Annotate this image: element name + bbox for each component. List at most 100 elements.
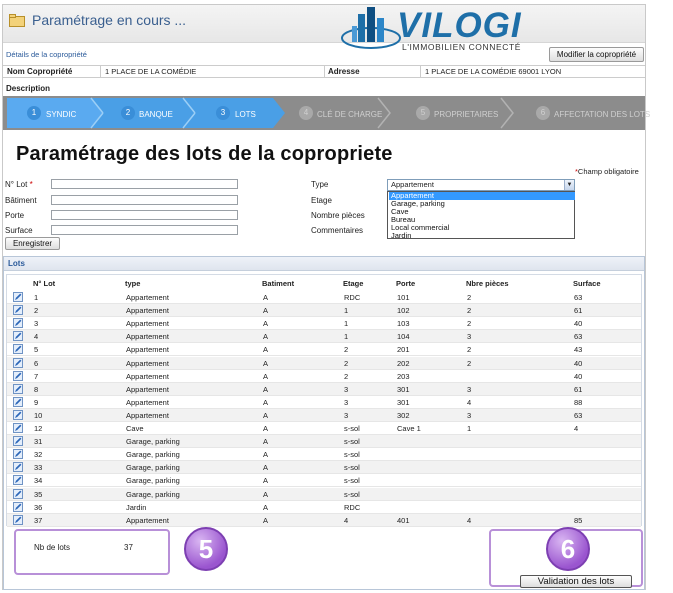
table-row[interactable]: 32 Garage, parking As-sol [7,448,641,462]
edit-pencil-icon[interactable] [13,436,23,447]
table-row[interactable]: 8 Appartement A 3 301 3 61 [7,382,641,396]
table-cell: A [263,410,269,420]
table-cell: 8 [34,384,39,394]
table-cell: Appartement [126,306,169,316]
edit-pencil-icon[interactable] [13,475,23,486]
table-cell: RDC [344,502,361,512]
validate-lots-button[interactable]: Validation des lots [520,575,632,588]
save-button[interactable]: Enregistrer [5,237,60,250]
pieces-label: Nombre pièces [311,211,365,220]
table-row[interactable]: 7 Appartement A 2 203 40 [7,370,641,383]
edit-pencil-icon[interactable] [13,514,23,525]
edit-pencil-icon[interactable] [13,409,23,420]
table-cell: A [263,450,269,460]
table-cell: Appartement [126,319,169,329]
table-row[interactable]: 4 Appartement A 1 104 3 63 [7,330,641,344]
table-cell: A [263,345,269,355]
batiment-input[interactable] [51,195,238,205]
table-cell: 1 [467,424,472,433]
table-row[interactable]: 34 Garage, parking As-sol [7,474,641,488]
edit-pencil-icon[interactable] [13,305,23,316]
edit-pencil-icon[interactable] [13,501,23,512]
edit-pencil-icon[interactable] [13,370,23,381]
details-link[interactable]: Détails de la copropriété [6,50,87,59]
table-cell: 2 [344,358,349,368]
table-cell: 3 [344,397,349,407]
table-cell: 203 [397,371,410,381]
table-cell: 35 [34,489,43,499]
step-banque[interactable]: BANQUE [139,110,173,119]
type-select[interactable]: Appartement [387,179,575,191]
step-proprietaires[interactable]: PROPRIETAIRES [434,110,498,119]
edit-pencil-icon[interactable] [13,357,23,368]
table-cell: Garage, parking [126,489,180,499]
table-cell: Appartement [126,358,169,368]
type-option-garage[interactable]: Garage, parking [389,200,575,208]
table-cell: 40 [574,319,583,329]
edit-pencil-icon[interactable] [13,396,23,407]
table-cell: 34 [34,476,43,486]
table-cell: 32 [34,450,43,460]
type-dropdown-list: Appartement Garage, parking Cave Bureau … [387,191,575,240]
table-row[interactable]: 6 Appartement A 2 202 2 40 [7,356,641,370]
table-row[interactable]: 37 Appartement A 4 401 4 85 [7,513,641,527]
surface-input[interactable] [51,225,238,235]
table-cell: 31 [34,437,43,447]
step-syndic[interactable]: SYNDIC [46,110,76,119]
chevron-down-icon[interactable]: ▼ [564,180,574,190]
table-cell: 201 [397,345,410,355]
col-header-type[interactable]: type [125,279,140,288]
table-cell: Appartement [126,345,169,355]
step-affectation[interactable]: AFFECTATION DES LOTS [554,110,650,119]
table-row[interactable]: 35 Garage, parking As-sol [7,487,641,501]
table-cell: 401 [397,515,410,525]
step-lots[interactable]: LOTS [235,110,256,119]
col-header-pieces[interactable]: Nbre pièces [466,279,509,288]
edit-pencil-icon[interactable] [13,292,23,302]
edit-pencil-icon[interactable] [13,318,23,329]
table-row[interactable]: 36 Jardin A RDC [7,501,641,514]
table-row[interactable]: 33 Garage, parking As-sol [7,461,641,475]
porte-input[interactable] [51,210,238,220]
table-cell: 2 [467,319,472,329]
type-option-cave[interactable]: Cave [389,208,575,216]
step-6-number: 6 [536,106,550,120]
col-header-surface[interactable]: Surface [573,279,601,288]
table-row[interactable]: 3 Appartement A 1 103 2 40 [7,317,641,331]
type-option-local-commercial[interactable]: Local commercial [389,224,575,232]
table-cell: 4 [467,515,472,525]
col-header-etage[interactable]: Etage [343,279,363,288]
table-cell: s-sol [344,424,360,433]
edit-pencil-icon[interactable] [13,423,23,433]
table-cell: 4 [574,424,579,433]
edit-pencil-icon[interactable] [13,383,23,394]
table-row[interactable]: 1 Appartement A RDC 101 2 63 [7,291,641,304]
step-cle-de-charge[interactable]: CLÉ DE CHARGE [317,110,382,119]
table-cell: 63 [574,293,583,302]
table-row[interactable]: 2 Appartement A 1 102 2 61 [7,304,641,318]
table-row[interactable]: 9 Appartement A 3 301 4 88 [7,396,641,409]
table-cell: 2 [467,293,472,302]
table-row[interactable]: 5 Appartement A 2 201 2 43 [7,343,641,357]
modify-copro-button[interactable]: Modifier la copropriété [549,47,644,62]
edit-pencil-icon[interactable] [13,462,23,473]
table-row[interactable]: 10 Appartement A 3 302 3 63 [7,408,641,422]
col-header-lot[interactable]: N° Lot [33,279,55,288]
table-cell: s-sol [344,476,360,486]
type-option-jardin[interactable]: Jardin [389,232,575,240]
edit-pencil-icon[interactable] [13,488,23,499]
table-cell: 12 [34,424,43,433]
table-cell: Appartement [126,515,169,525]
callout-badge-6: 6 [546,527,590,571]
col-header-porte[interactable]: Porte [396,279,415,288]
table-cell: 301 [397,397,410,407]
edit-pencil-icon[interactable] [13,449,23,460]
table-row[interactable]: 31 Garage, parking As-sol [7,435,641,449]
edit-pencil-icon[interactable] [13,331,23,342]
col-header-batiment[interactable]: Batiment [262,279,294,288]
table-cell: 10 [34,410,43,420]
lot-input[interactable] [51,179,238,189]
table-cell: 103 [397,319,410,329]
table-row[interactable]: 12 Cave As-sol Cave 1 1 4 [7,422,641,435]
edit-pencil-icon[interactable] [13,344,23,355]
